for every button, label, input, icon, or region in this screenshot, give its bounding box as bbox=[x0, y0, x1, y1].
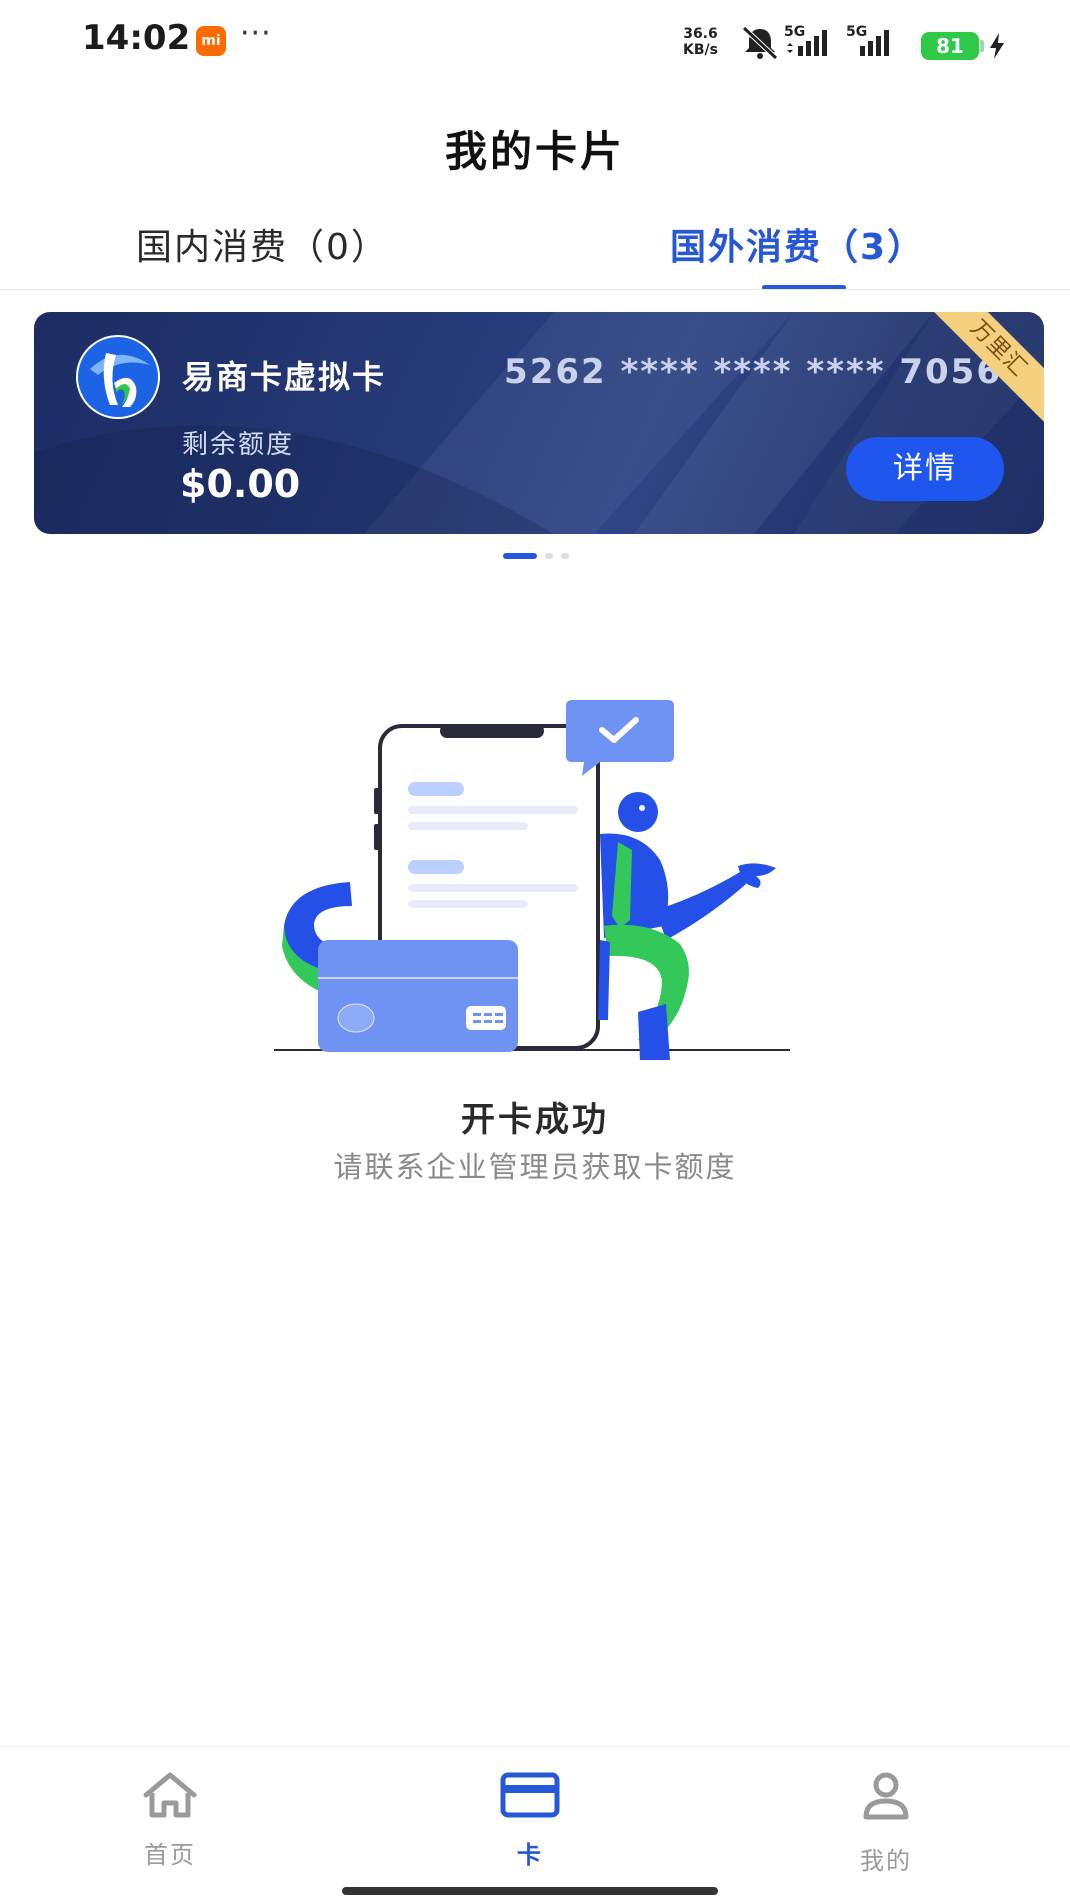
mute-bell-icon bbox=[742, 26, 778, 60]
person-icon bbox=[863, 1772, 909, 1820]
pager-dot[interactable] bbox=[561, 553, 569, 559]
pager-dot-active[interactable] bbox=[503, 553, 537, 559]
card-icon bbox=[500, 1772, 560, 1818]
card-name: 易商卡虚拟卡 bbox=[182, 358, 387, 396]
empty-state-title: 开卡成功 bbox=[461, 1100, 609, 1140]
more-notifications-icon: ··· bbox=[240, 16, 272, 51]
nav-home[interactable]: 首页 bbox=[70, 1747, 270, 1887]
signal-icon bbox=[860, 30, 889, 56]
virtual-card[interactable]: 易商卡虚拟卡 5262 **** **** **** 7056 剩余额度 $0.… bbox=[34, 312, 1044, 534]
signal-icon bbox=[787, 30, 827, 56]
nav-profile[interactable]: 我的 bbox=[786, 1747, 986, 1887]
status-bar: 14:02 mi ··· 36.6 KB/s 5G 5G 81 bbox=[0, 0, 1070, 80]
battery-icon: 81 bbox=[921, 32, 979, 60]
page-title: 我的卡片 bbox=[444, 127, 625, 176]
nav-profile-label: 我的 bbox=[860, 1847, 912, 1875]
tab-domestic[interactable]: 国内消费（0） bbox=[136, 218, 389, 270]
empty-state-subtitle: 请联系企业管理员获取卡额度 bbox=[333, 1150, 737, 1184]
network-speed: 36.6 KB/s bbox=[683, 26, 718, 58]
nav-card[interactable]: 卡 bbox=[430, 1747, 630, 1887]
battery-cap bbox=[980, 40, 984, 52]
card-number: 5262 **** **** **** 7056 bbox=[504, 352, 1002, 392]
home-icon bbox=[143, 1772, 197, 1818]
network-speed-unit: KB/s bbox=[683, 42, 718, 58]
pager-dot[interactable] bbox=[545, 553, 553, 559]
nav-home-label: 首页 bbox=[144, 1841, 196, 1869]
nav-card-label: 卡 bbox=[517, 1841, 543, 1869]
mi-notification-icon: mi bbox=[196, 26, 226, 56]
tab-foreign[interactable]: 国外消费（3） bbox=[670, 218, 925, 270]
charging-icon bbox=[990, 33, 1004, 59]
card-brand-logo bbox=[76, 335, 160, 419]
brand-logo-icon bbox=[78, 337, 158, 417]
balance-amount: $0.00 bbox=[180, 462, 301, 506]
details-button[interactable]: 详情 bbox=[846, 437, 1004, 501]
bottom-nav: 首页 卡 我的 bbox=[0, 1746, 1070, 1903]
balance-label: 剩余额度 bbox=[182, 430, 295, 460]
home-indicator[interactable] bbox=[342, 1887, 718, 1895]
card-opened-illustration bbox=[274, 700, 790, 1060]
status-time: 14:02 bbox=[82, 18, 191, 58]
network-speed-value: 36.6 bbox=[683, 26, 718, 42]
tab-divider bbox=[0, 289, 1070, 290]
